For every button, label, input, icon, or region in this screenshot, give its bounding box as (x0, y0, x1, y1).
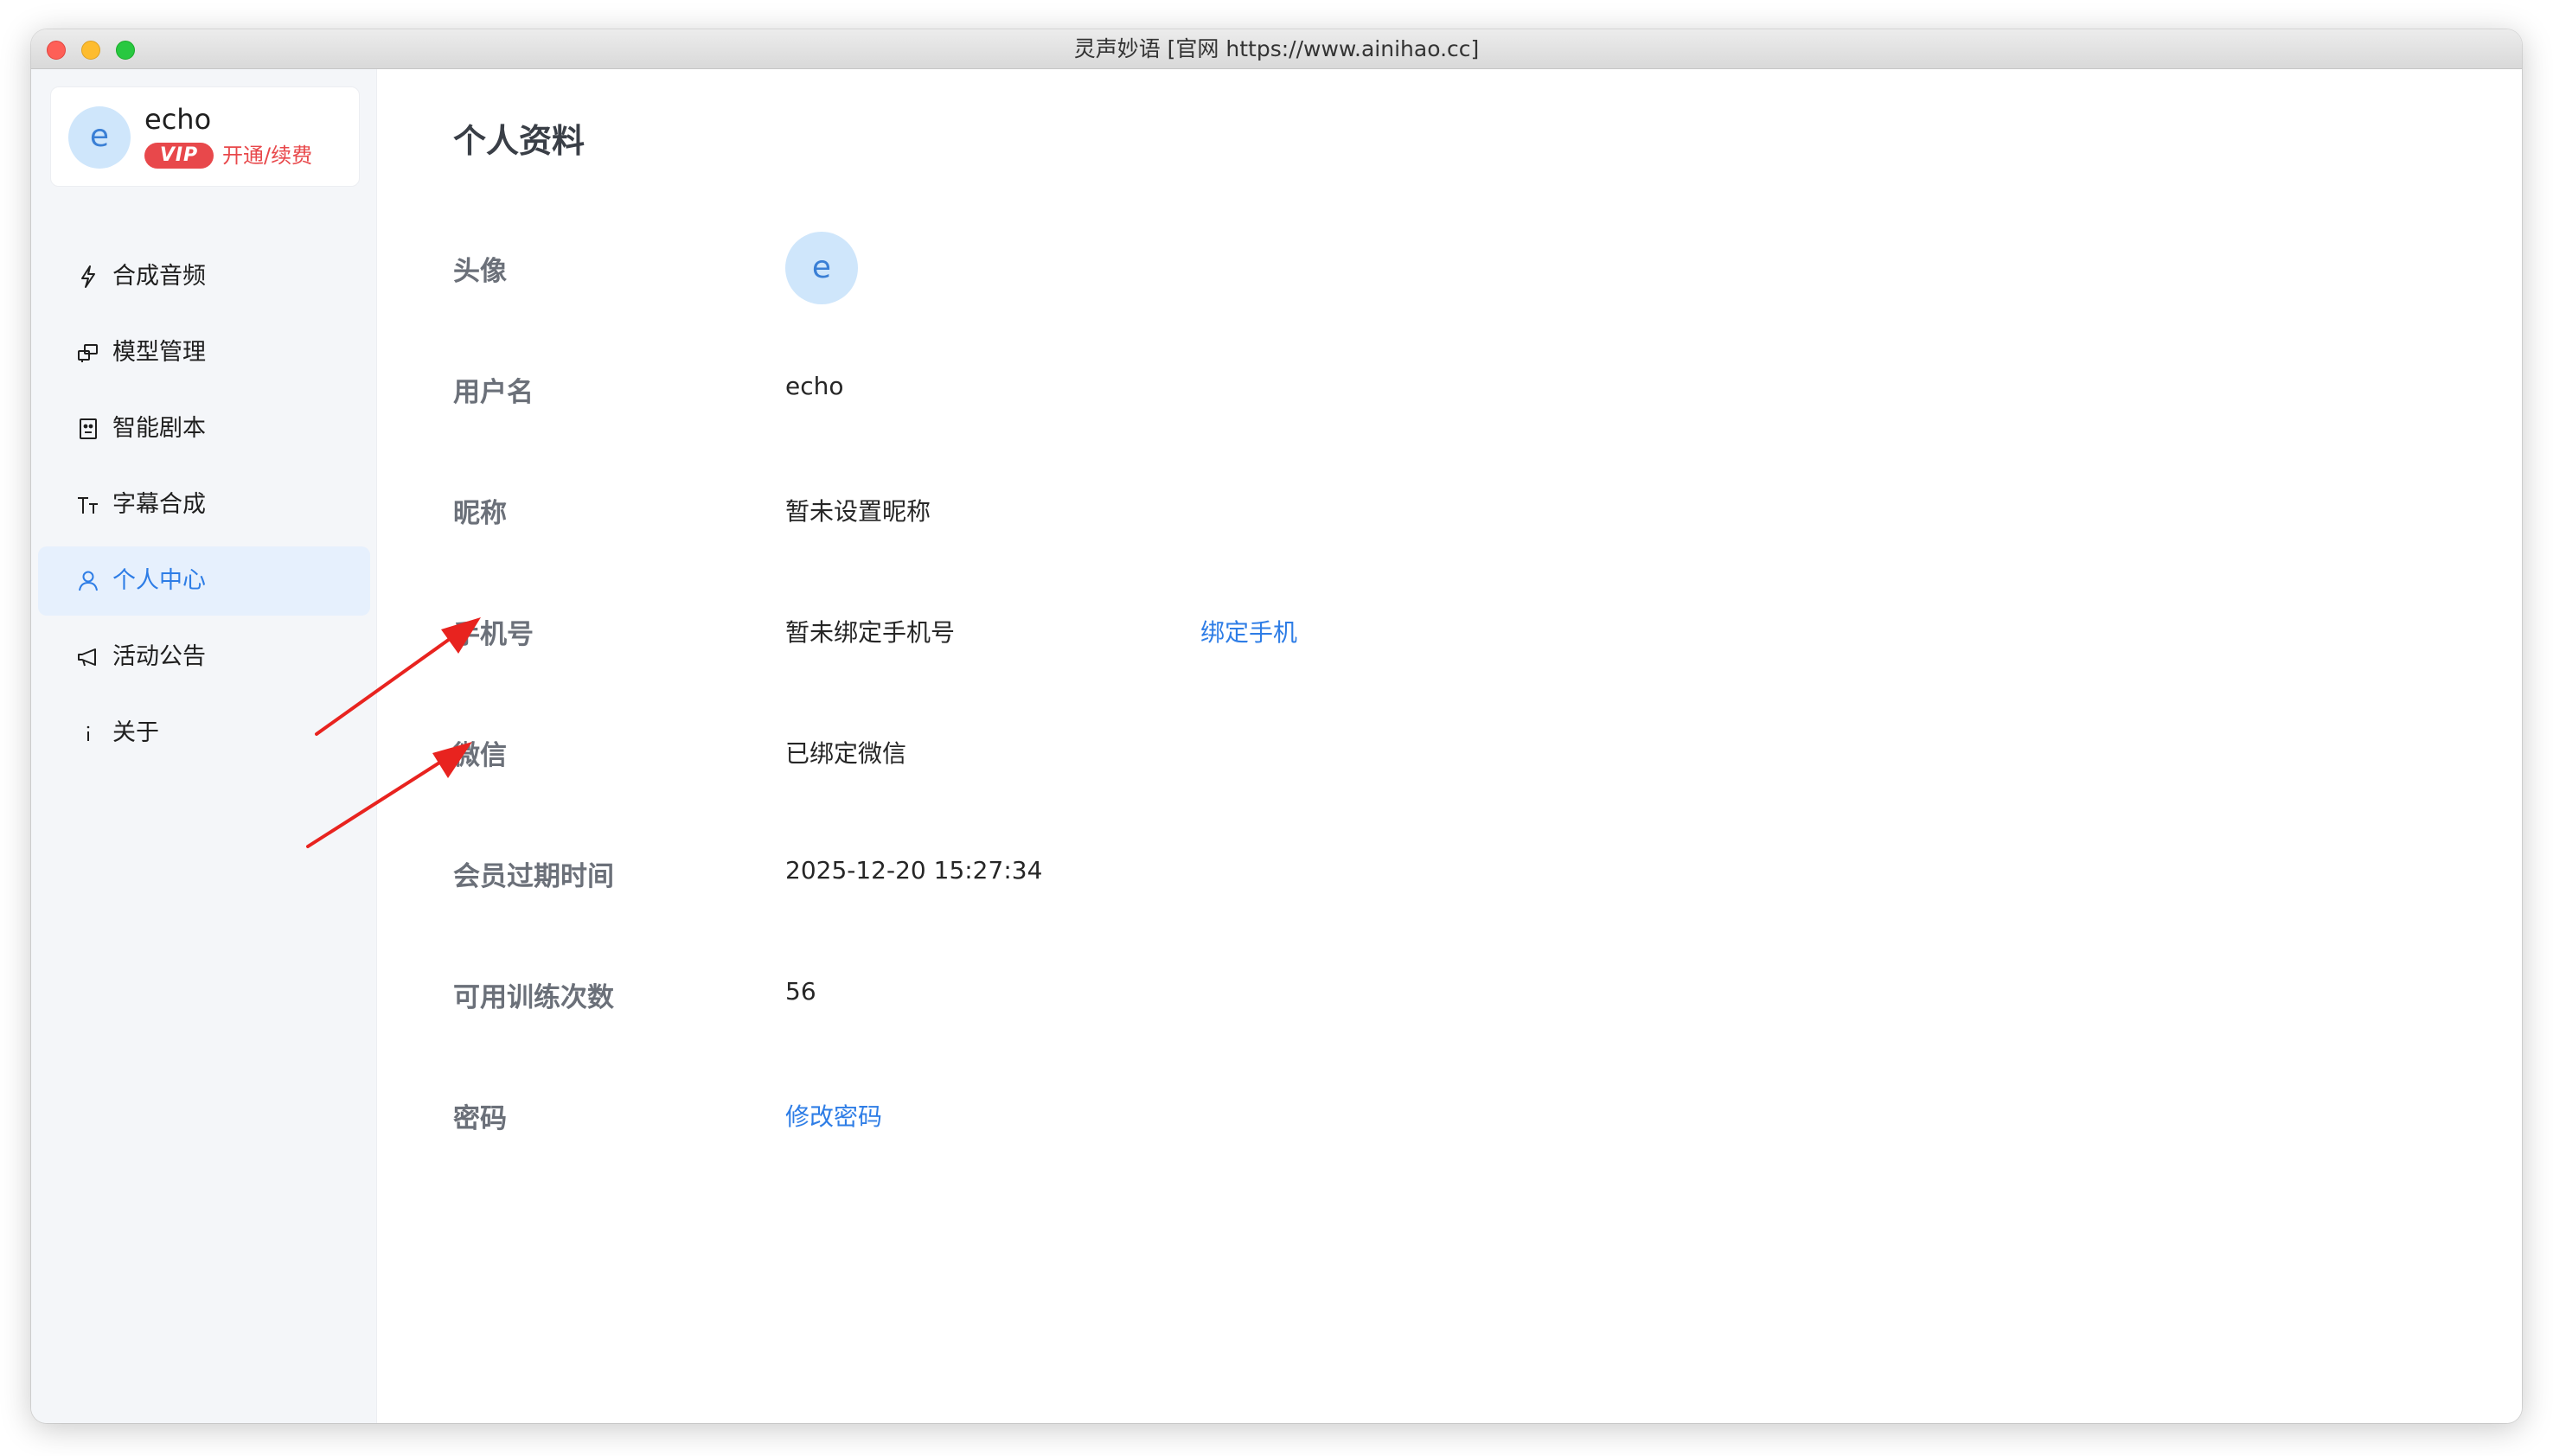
sidebar-item-model-management[interactable]: 模型管理 (38, 318, 370, 387)
vip-badge: VIP (144, 143, 214, 169)
sidebar-item-label: 个人中心 (112, 567, 206, 594)
sidebar-item-synthesize-audio[interactable]: 合成音频 (38, 242, 370, 311)
megaphone-icon (74, 643, 102, 671)
avatar-label: 头像 (453, 256, 507, 287)
bind-phone-link[interactable]: 绑定手机 (1200, 614, 1297, 648)
sidebar-item-announcements[interactable]: 活动公告 (38, 623, 370, 692)
lightning-icon (74, 263, 102, 291)
sidebar-item-label: 字幕合成 (112, 491, 206, 518)
training-count-value: 56 (785, 977, 816, 1006)
text-icon (74, 491, 102, 519)
sidebar-item-label: 活动公告 (112, 643, 206, 670)
sidebar-item-label: 智能剧本 (112, 415, 206, 442)
page-title: 个人资料 (453, 122, 585, 160)
username-label: 用户名 (453, 377, 534, 408)
app-window: 灵声妙语 [官网 https://www.ainihao.cc] e echo … (31, 29, 2522, 1423)
phone-value: 暂未绑定手机号 (785, 618, 956, 647)
profile-panel: 个人资料 头像 e 用户名 echo 昵称 暂未设置昵称 手机号 暂未绑定手机号… (377, 69, 2522, 1423)
title-bar[interactable]: 灵声妙语 [官网 https://www.ainihao.cc] (31, 29, 2522, 69)
sidebar-item-label: 关于 (112, 719, 159, 746)
sidebar-item-subtitle-synthesis[interactable]: 字幕合成 (38, 470, 370, 540)
sidebar-item-label: 模型管理 (112, 339, 206, 366)
sidebar-item-smart-script[interactable]: 智能剧本 (38, 394, 370, 463)
nickname-value: 暂未设置昵称 (785, 497, 931, 526)
username-value: echo (785, 372, 844, 400)
model-icon (74, 339, 102, 367)
sidebar-item-about[interactable]: 关于 (38, 699, 370, 768)
nickname-label: 昵称 (453, 498, 507, 529)
profile-avatar[interactable]: e (785, 232, 858, 304)
user-card[interactable]: e echo VIP 开通/续费 (50, 86, 360, 187)
sidebar-item-label: 合成音频 (112, 263, 206, 290)
avatar[interactable]: e (68, 106, 131, 169)
sidebar-username: echo (144, 103, 212, 136)
sidebar-item-personal-center[interactable]: 个人中心 (38, 546, 370, 616)
renew-vip-link[interactable]: 开通/续费 (222, 143, 312, 169)
training-count-label: 可用训练次数 (453, 982, 614, 1013)
password-label: 密码 (453, 1103, 507, 1134)
phone-label: 手机号 (453, 619, 534, 650)
info-icon (74, 719, 102, 747)
membership-expiry-label: 会员过期时间 (453, 861, 614, 892)
sidebar: e echo VIP 开通/续费 合成音频 模型管理 智能剧本 字幕合成 个人中… (31, 69, 377, 1423)
change-password-link[interactable]: 修改密码 (785, 1098, 882, 1133)
wechat-value: 已绑定微信 (785, 739, 907, 768)
script-icon (74, 415, 102, 443)
window-title: 灵声妙语 [官网 https://www.ainihao.cc] (1073, 36, 1480, 61)
user-icon (74, 567, 102, 595)
membership-expiry-value: 2025-12-20 15:27:34 (785, 856, 1043, 884)
wechat-label: 微信 (453, 740, 507, 771)
